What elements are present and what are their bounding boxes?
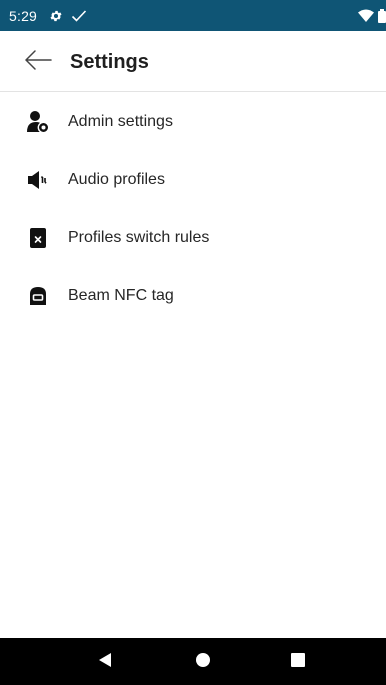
check-icon	[71, 9, 87, 23]
status-bar: 5:29	[0, 0, 386, 31]
status-right-icons	[358, 0, 386, 31]
settings-item-label: Beam NFC tag	[68, 287, 174, 304]
admin-person-icon	[26, 110, 50, 134]
settings-item-profiles-switch-rules[interactable]: Profiles switch rules	[0, 209, 386, 267]
navigation-bar	[0, 638, 386, 685]
status-time: 5:29	[9, 7, 38, 24]
wifi-icon	[358, 9, 374, 23]
back-button[interactable]	[22, 48, 54, 76]
settings-item-admin[interactable]: Admin settings	[0, 93, 386, 151]
back-triangle-icon	[97, 652, 113, 673]
nfc-tag-icon	[26, 284, 50, 308]
recents-square-icon	[290, 652, 306, 673]
page-title: Settings	[70, 51, 149, 73]
nav-back-button[interactable]	[92, 649, 118, 675]
home-circle-icon	[195, 652, 211, 673]
settings-item-label: Admin settings	[68, 113, 173, 130]
settings-item-label: Profiles switch rules	[68, 229, 210, 246]
app-bar: Settings	[0, 31, 386, 92]
settings-list: Admin settings Audio profiles Profiles s…	[0, 93, 386, 325]
nav-recents-button[interactable]	[285, 649, 311, 675]
nav-home-button[interactable]	[190, 649, 216, 675]
gear-icon	[49, 9, 63, 23]
speaker-icon	[26, 168, 50, 192]
settings-item-label: Audio profiles	[68, 171, 165, 188]
settings-item-audio-profiles[interactable]: Audio profiles	[0, 151, 386, 209]
rules-icon	[26, 226, 50, 250]
arrow-left-icon	[24, 49, 52, 75]
settings-item-beam-nfc-tag[interactable]: Beam NFC tag	[0, 267, 386, 325]
battery-icon	[378, 8, 386, 23]
